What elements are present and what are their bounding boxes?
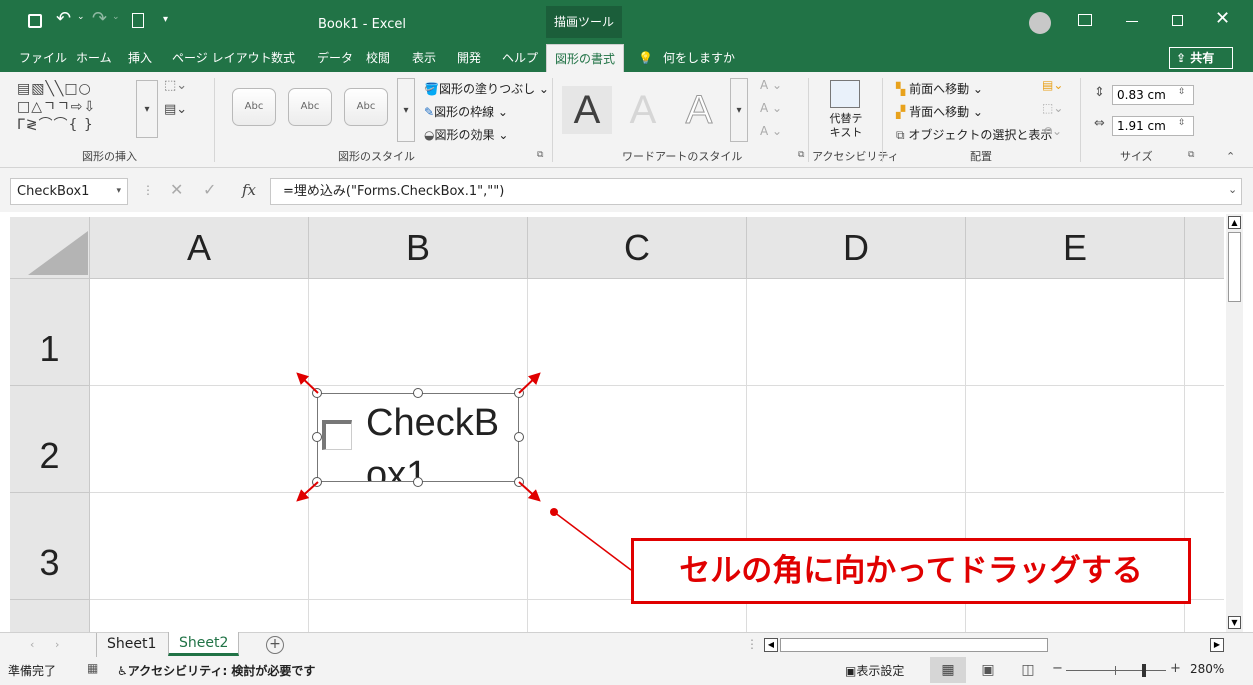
callout-pointer-line bbox=[553, 511, 632, 571]
hscroll-left-icon[interactable]: ◀ bbox=[764, 638, 778, 652]
zoom-slider-center-tick bbox=[1115, 666, 1116, 675]
display-settings-button[interactable]: ▣表示設定 bbox=[845, 662, 904, 679]
accessibility-icon: ♿ bbox=[117, 664, 128, 678]
sheet-tab-sheet1[interactable]: Sheet1 bbox=[96, 633, 166, 657]
sheet-next-icon[interactable]: › bbox=[55, 638, 59, 651]
zoom-out-icon[interactable]: − bbox=[1052, 661, 1063, 676]
drag-arrow-top-right bbox=[518, 372, 541, 394]
zoom-slider-track[interactable] bbox=[1066, 670, 1166, 671]
status-bar: 準備完了 ▦ ♿アクセシビリティ: 検討が必要です ▣表示設定 ▦ ▣ ◫ − … bbox=[0, 657, 1253, 685]
scroll-up-icon[interactable]: ▲ bbox=[1228, 216, 1241, 229]
zoom-in-icon[interactable]: + bbox=[1170, 661, 1181, 676]
normal-view-icon[interactable]: ▦ bbox=[930, 657, 966, 683]
accessibility-status[interactable]: ♿アクセシビリティ: 検討が必要です bbox=[117, 662, 315, 679]
sheet-tabs-bar: ‹ › Sheet1 Sheet2 + ⋮ ◀ ▶ bbox=[0, 632, 1253, 658]
page-layout-view-icon[interactable]: ▣ bbox=[976, 659, 1000, 681]
drag-arrow-bottom-left bbox=[296, 481, 319, 502]
accessibility-status-text: アクセシビリティ: 検討が必要です bbox=[127, 664, 316, 678]
drag-arrow-bottom-right bbox=[518, 481, 541, 502]
zoom-level[interactable]: 280% bbox=[1190, 662, 1224, 676]
display-settings-icon: ▣ bbox=[845, 664, 857, 678]
drag-arrow-top-left bbox=[296, 372, 319, 394]
add-sheet-icon[interactable]: + bbox=[266, 636, 284, 654]
status-ready: 準備完了 bbox=[8, 664, 57, 678]
tab-split-grip-icon[interactable]: ⋮ bbox=[746, 637, 758, 651]
vertical-scroll-thumb[interactable] bbox=[1228, 232, 1241, 302]
hscroll-right-icon[interactable]: ▶ bbox=[1210, 638, 1224, 652]
sheet-tab-sheet2[interactable]: Sheet2 bbox=[168, 632, 240, 656]
zoom-slider-thumb[interactable] bbox=[1142, 664, 1146, 677]
horizontal-scroll-thumb[interactable] bbox=[780, 638, 1048, 652]
vertical-scrollbar[interactable]: ▲ ▼ bbox=[1226, 214, 1243, 632]
page-break-view-icon[interactable]: ◫ bbox=[1016, 659, 1040, 681]
display-settings-label: 表示設定 bbox=[856, 664, 905, 678]
macro-record-icon[interactable]: ▦ bbox=[87, 661, 98, 675]
instruction-callout: セルの角に向かってドラッグする bbox=[631, 538, 1191, 604]
scroll-down-icon[interactable]: ▼ bbox=[1228, 616, 1241, 629]
sheet-prev-icon[interactable]: ‹ bbox=[30, 638, 34, 651]
